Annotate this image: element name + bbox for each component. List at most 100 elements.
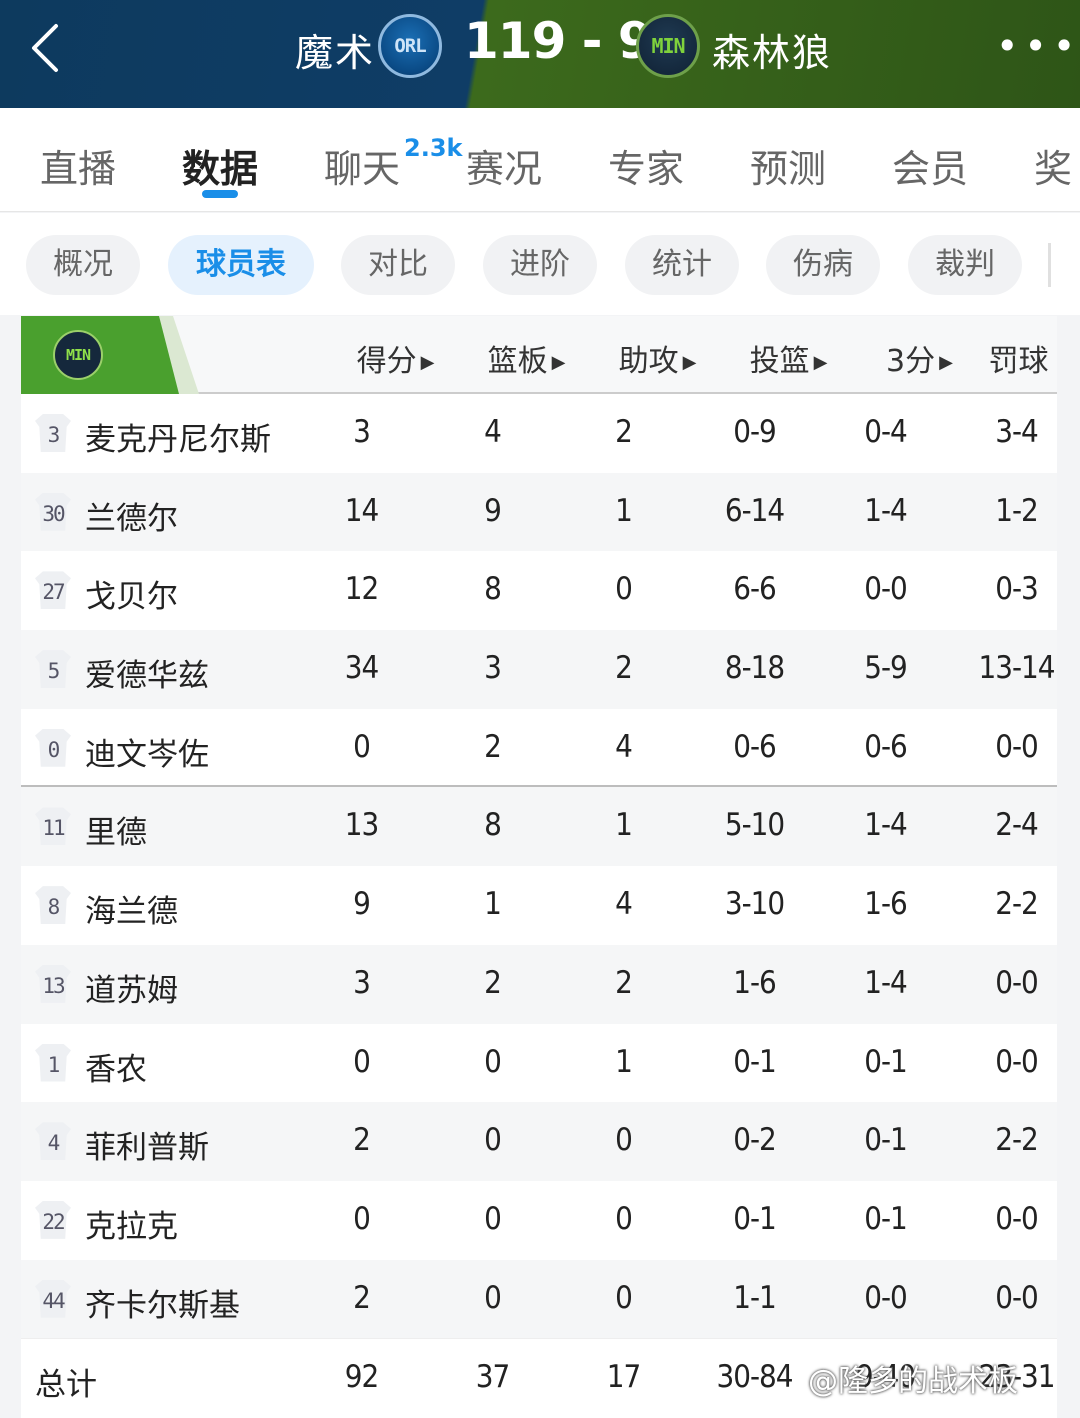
stat-rebounds: 2: [484, 728, 502, 765]
stat-fg: 0-6: [733, 728, 777, 765]
col-header-points[interactable]: 得分 ▶: [330, 336, 461, 380]
col-header-assists[interactable]: 助攻 ▶: [592, 336, 723, 380]
table-row[interactable]: 13 道苏姆 3 2 2 1-6 1-4 0-0: [21, 944, 1057, 1024]
stat-assists: 1: [615, 807, 633, 844]
sort-arrow-icon: ▶: [420, 352, 435, 373]
more-menu-button[interactable]: •••: [996, 26, 1075, 66]
stat-3pt: 0-0: [864, 1279, 908, 1316]
stat-3pt: 0-6: [864, 728, 908, 765]
tab-experts[interactable]: 专家: [608, 138, 684, 193]
subtab-overview[interactable]: 概况: [26, 235, 140, 295]
stat-fg: 5-10: [724, 807, 785, 844]
total-label: 总计: [35, 1367, 97, 1404]
stat-fg: 1-1: [733, 1279, 777, 1316]
col-header-fg[interactable]: 投篮 ▶: [723, 336, 854, 380]
game-header: 魔术 ORL 119 - 92 MIN 森林狼 •••: [0, 0, 1080, 108]
jersey-number: 5: [35, 650, 71, 689]
player-name[interactable]: 迪文岑佐: [85, 729, 209, 774]
subtab-injuries[interactable]: 伤病: [766, 235, 880, 295]
tab-game-status[interactable]: 赛况: [466, 138, 542, 193]
jersey-number: 3: [35, 414, 71, 452]
stat-assists: 1: [615, 1043, 633, 1080]
player-stats-table: MIN 得分 ▶ 篮板 ▶ 助攻 ▶ 投篮 ▶ 3分 ▶ 罚球 3 麦克丹尼尔斯 3 4 2 0-9…: [21, 316, 1057, 1418]
table-row[interactable]: 4 菲利普斯 2 0 0 0-2 0-1 2-2: [21, 1102, 1057, 1181]
jersey-number: 4: [35, 1122, 71, 1161]
player-name[interactable]: 香农: [85, 1044, 147, 1089]
table-row[interactable]: 1 香农 0 0 1 0-1 0-1 0-0: [21, 1024, 1057, 1103]
stat-fg: 3-10: [724, 886, 785, 923]
stat-rebounds: 8: [484, 807, 502, 844]
stat-fg: 0-9: [733, 414, 777, 450]
stat-assists: 2: [615, 414, 633, 450]
tab-predictions[interactable]: 预测: [750, 138, 826, 193]
table-row[interactable]: 8 海兰德 9 1 4 3-10 1-6 2-2: [21, 866, 1057, 945]
back-button[interactable]: [26, 18, 76, 78]
stat-points: 13: [344, 807, 379, 844]
sort-arrow-icon: ▶: [939, 352, 953, 373]
tab-data[interactable]: 数据: [182, 138, 258, 193]
table-row[interactable]: 27 戈贝尔 12 8 0 6-6 0-0 0-3: [21, 551, 1057, 630]
subtab-referees[interactable]: 裁判: [908, 235, 1022, 295]
player-name[interactable]: 爱德华兹: [85, 650, 209, 695]
stat-3pt: 0-1: [864, 1043, 908, 1080]
tab-chat[interactable]: 聊天: [324, 138, 400, 193]
stat-points: 12: [344, 571, 379, 608]
subtab-statistics[interactable]: 统计: [625, 235, 739, 295]
sort-arrow-icon: ▶: [551, 352, 566, 373]
main-tab-bar: 直播 数据 聊天 赛况 专家 预测 会员 奖: [0, 108, 1080, 212]
player-name[interactable]: 戈贝尔: [85, 571, 178, 616]
jersey-number: 13: [35, 964, 71, 1003]
total-fg: 30-84: [716, 1359, 793, 1396]
stat-points: 0: [353, 1043, 371, 1080]
tab-membership[interactable]: 会员: [892, 138, 968, 193]
table-row[interactable]: 3 麦克丹尼尔斯 3 4 2 0-9 0-4 3-4: [21, 394, 1057, 473]
stat-points: 14: [344, 492, 379, 529]
stat-assists: 2: [615, 964, 633, 1001]
stat-points: 0: [353, 728, 371, 765]
stat-assists: 2: [615, 650, 633, 687]
table-row[interactable]: 0 迪文岑佐 0 2 4 0-6 0-6 0-0: [21, 709, 1057, 788]
player-name[interactable]: 里德: [85, 807, 147, 852]
stat-ft: 2-2: [995, 1122, 1039, 1159]
stat-assists: 0: [615, 571, 633, 608]
jersey-number: 30: [35, 492, 71, 531]
stat-ft: 0-0: [995, 964, 1039, 1001]
stat-points: 3: [353, 964, 371, 1001]
active-tab-indicator: [202, 190, 238, 198]
stat-3pt: 0-4: [864, 414, 908, 450]
table-row[interactable]: 22 克拉克 0 0 0 0-1 0-1 0-0: [21, 1181, 1057, 1260]
jersey-number: 1: [35, 1043, 71, 1082]
player-name[interactable]: 齐卡尔斯基: [85, 1280, 240, 1325]
sort-arrow-icon: ▶: [682, 352, 697, 373]
table-row[interactable]: 44 齐卡尔斯基 2 0 0 1-1 0-0 0-0: [21, 1259, 1057, 1339]
tab-rewards[interactable]: 奖: [1034, 138, 1072, 193]
stat-points: 2: [353, 1122, 371, 1159]
stat-fg: 6-14: [724, 492, 785, 529]
player-name[interactable]: 兰德尔: [85, 493, 178, 538]
player-name[interactable]: 道苏姆: [85, 965, 178, 1010]
player-name[interactable]: 麦克丹尼尔斯: [85, 414, 271, 459]
col-header-rebounds[interactable]: 篮板 ▶: [461, 336, 592, 380]
stat-ft: 2-4: [995, 807, 1039, 844]
stat-rebounds: 4: [484, 414, 502, 450]
player-name[interactable]: 克拉克: [85, 1201, 178, 1246]
away-team-logo: MIN: [636, 14, 700, 78]
player-name[interactable]: 海兰德: [85, 886, 178, 931]
chat-count-badge: 2.3k: [404, 134, 463, 162]
tab-live[interactable]: 直播: [40, 138, 116, 193]
stat-ft: 13-14: [978, 650, 1055, 687]
total-assists: 17: [606, 1359, 641, 1396]
player-name[interactable]: 菲利普斯: [85, 1122, 209, 1167]
subtab-advanced[interactable]: 进阶: [483, 235, 597, 295]
stat-3pt: 5-9: [864, 650, 908, 687]
jersey-number: 11: [35, 807, 71, 846]
table-row[interactable]: 30 兰德尔 14 9 1 6-14 1-4 1-2: [21, 472, 1057, 552]
col-header-ft[interactable]: 罚球: [953, 336, 1080, 380]
table-row[interactable]: 5 爱德华兹 34 3 2 8-18 5-9 13-14: [21, 630, 1057, 709]
table-row[interactable]: 11 里德 13 8 1 5-10 1-4 2-4: [21, 787, 1057, 867]
stat-ft: 0-0: [995, 1279, 1039, 1316]
stat-fg: 8-18: [724, 650, 785, 687]
stat-rebounds: 0: [484, 1043, 502, 1080]
subtab-compare[interactable]: 对比: [341, 235, 455, 295]
subtab-player-stats[interactable]: 球员表: [168, 235, 314, 295]
